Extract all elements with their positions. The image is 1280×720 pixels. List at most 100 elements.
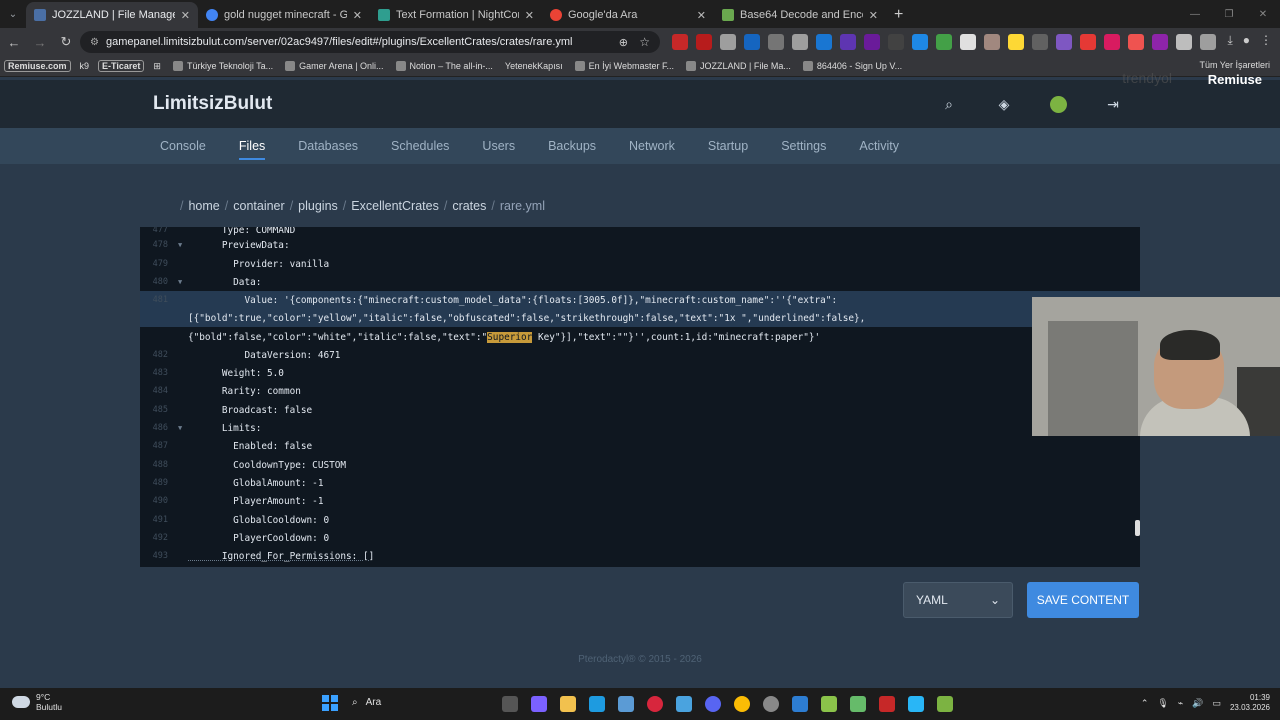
puzzle-icon[interactable] xyxy=(1200,34,1216,50)
network-icon[interactable]: ⌁ xyxy=(1178,698,1183,709)
extension-icon[interactable] xyxy=(696,34,712,50)
bookmark-item[interactable]: Türkiye Teknoloji Ta... xyxy=(170,60,276,72)
chrome-icon[interactable] xyxy=(734,696,750,712)
close-window-icon[interactable]: ✕ xyxy=(1246,0,1280,28)
extension-icon[interactable] xyxy=(744,34,760,50)
shield-icon[interactable] xyxy=(792,34,808,50)
extension-icon[interactable] xyxy=(1152,34,1168,50)
layers-icon[interactable]: ◈ xyxy=(995,95,1013,113)
file-explorer-icon[interactable] xyxy=(560,696,576,712)
close-icon[interactable]: ✕ xyxy=(869,9,878,22)
discord-icon[interactable] xyxy=(705,696,721,712)
bookmark-item[interactable]: En İyi Webmaster F... xyxy=(572,60,677,72)
extension-icon[interactable] xyxy=(840,34,856,50)
extension-icon[interactable] xyxy=(1176,34,1192,50)
minecraft-icon[interactable] xyxy=(821,696,837,712)
browser-tab-4[interactable]: Google'da Ara ✕ xyxy=(542,2,714,28)
close-icon[interactable]: ✕ xyxy=(525,9,534,22)
profile-avatar-icon[interactable]: ● xyxy=(1243,33,1250,48)
fold-arrow-icon[interactable]: ▼ xyxy=(178,424,182,432)
minecraft-icon[interactable] xyxy=(850,696,866,712)
task-view-icon[interactable] xyxy=(502,696,518,712)
volume-icon[interactable]: 🔊 xyxy=(1192,698,1203,709)
address-bar[interactable]: ⚙ gamepanel.limitsizbulut.com/server/02a… xyxy=(80,31,660,53)
breadcrumb-home[interactable]: home xyxy=(188,199,219,213)
new-tab-button[interactable]: + xyxy=(886,2,911,28)
browser-tab-5[interactable]: Base64 Decode and Encode - O ✕ xyxy=(714,2,886,28)
extension-icon[interactable] xyxy=(1080,34,1096,50)
bookmark-item[interactable]: 864406 - Sign Up V... xyxy=(800,60,905,72)
extension-icon[interactable] xyxy=(1032,34,1048,50)
extension-icon[interactable] xyxy=(720,34,736,50)
opera-icon[interactable] xyxy=(647,696,663,712)
close-icon[interactable]: ✕ xyxy=(181,9,190,22)
copilot-icon[interactable] xyxy=(531,696,547,712)
browser-tab-2[interactable]: gold nugget minecraft - Google ✕ xyxy=(198,2,370,28)
extension-icon[interactable] xyxy=(1008,34,1024,50)
extension-icon[interactable] xyxy=(912,34,928,50)
nav-files[interactable]: Files xyxy=(238,128,266,164)
nav-startup[interactable]: Startup xyxy=(708,128,748,164)
maximize-icon[interactable]: ❐ xyxy=(1212,0,1246,28)
logout-icon[interactable]: ⇥ xyxy=(1104,95,1122,113)
bookmark-item[interactable]: JOZZLAND | File Ma... xyxy=(683,60,794,72)
fold-arrow-icon[interactable]: ▼ xyxy=(178,278,182,286)
extension-icon[interactable] xyxy=(936,34,952,50)
code-editor[interactable]: 477 Type: COMMAND 478 ▼ PreviewData: 479… xyxy=(140,227,1140,567)
filezilla-icon[interactable] xyxy=(879,696,895,712)
extension-icon[interactable] xyxy=(672,34,688,50)
edge-icon[interactable] xyxy=(589,696,605,712)
extension-icon[interactable] xyxy=(1056,34,1072,50)
back-arrow-icon[interactable]: ← xyxy=(2,30,26,54)
app-icon[interactable] xyxy=(676,696,692,712)
extension-icon[interactable] xyxy=(1128,34,1144,50)
minecraft-icon[interactable] xyxy=(937,696,953,712)
minimize-icon[interactable]: — xyxy=(1178,0,1212,28)
bookmark-item[interactable]: Notion – The all-in-... xyxy=(393,60,496,72)
steam-icon[interactable] xyxy=(763,696,779,712)
site-info-icon[interactable]: ⚙ xyxy=(90,37,100,48)
save-content-button[interactable]: SAVE CONTENT xyxy=(1027,582,1139,618)
close-icon[interactable]: ✕ xyxy=(353,9,362,22)
apps-grid-icon[interactable]: ⊞ xyxy=(150,60,164,73)
extension-icon[interactable] xyxy=(960,34,976,50)
clock[interactable]: 01:39 23.03.2026 xyxy=(1230,693,1270,713)
close-icon[interactable]: ✕ xyxy=(697,9,706,22)
nav-databases[interactable]: Databases xyxy=(298,128,358,164)
taskbar-search[interactable]: ⌕ Ara xyxy=(352,697,381,708)
bookmark-item[interactable]: YetenekKapısı xyxy=(502,60,566,72)
fold-arrow-icon[interactable]: ▼ xyxy=(178,241,182,249)
nav-activity[interactable]: Activity xyxy=(859,128,899,164)
extension-icon[interactable] xyxy=(888,34,904,50)
breadcrumb-crates[interactable]: crates xyxy=(452,199,486,213)
battery-icon[interactable]: ▭ xyxy=(1212,698,1221,709)
microphone-icon[interactable]: 🎙 xyxy=(1157,698,1168,709)
editor-scrollbar[interactable] xyxy=(1135,520,1140,536)
windows-start-icon[interactable] xyxy=(322,695,338,711)
download-icon[interactable]: ⤓ xyxy=(1227,33,1232,48)
bookmark-star-icon[interactable]: ☆ xyxy=(639,35,650,49)
browser-tab-1[interactable]: JOZZLAND | File Manager ✕ xyxy=(26,2,198,28)
pencil-icon[interactable] xyxy=(768,34,784,50)
chevron-up-icon[interactable]: ⌃ xyxy=(1141,698,1149,709)
app-icon[interactable] xyxy=(908,696,924,712)
user-avatar[interactable] xyxy=(1050,95,1067,113)
breadcrumb-container[interactable]: container xyxy=(233,199,284,213)
forward-arrow-icon[interactable]: → xyxy=(28,30,52,54)
search-icon[interactable]: ⌕ xyxy=(940,95,958,113)
nav-users[interactable]: Users xyxy=(482,128,515,164)
bookmark-item[interactable]: E-Ticaret xyxy=(98,60,145,72)
breadcrumb-excellentcrates[interactable]: ExcellentCrates xyxy=(351,199,439,213)
nav-network[interactable]: Network xyxy=(629,128,675,164)
bookmark-item[interactable]: Remiuse.com xyxy=(4,60,71,72)
nav-console[interactable]: Console xyxy=(160,128,206,164)
browser-tab-3[interactable]: Text Formation | NightCore Do ✕ xyxy=(370,2,542,28)
nav-settings[interactable]: Settings xyxy=(781,128,826,164)
reload-icon[interactable]: ↻ xyxy=(54,30,78,54)
all-bookmarks-link[interactable]: Tüm Yer İşaretleri xyxy=(1199,60,1270,70)
extension-icon[interactable] xyxy=(1104,34,1120,50)
menu-dots-icon[interactable]: ⋮ xyxy=(1260,33,1272,48)
tab-search-icon[interactable]: ⌄ xyxy=(0,0,26,28)
breadcrumb-plugins[interactable]: plugins xyxy=(298,199,338,213)
nav-backups[interactable]: Backups xyxy=(548,128,596,164)
